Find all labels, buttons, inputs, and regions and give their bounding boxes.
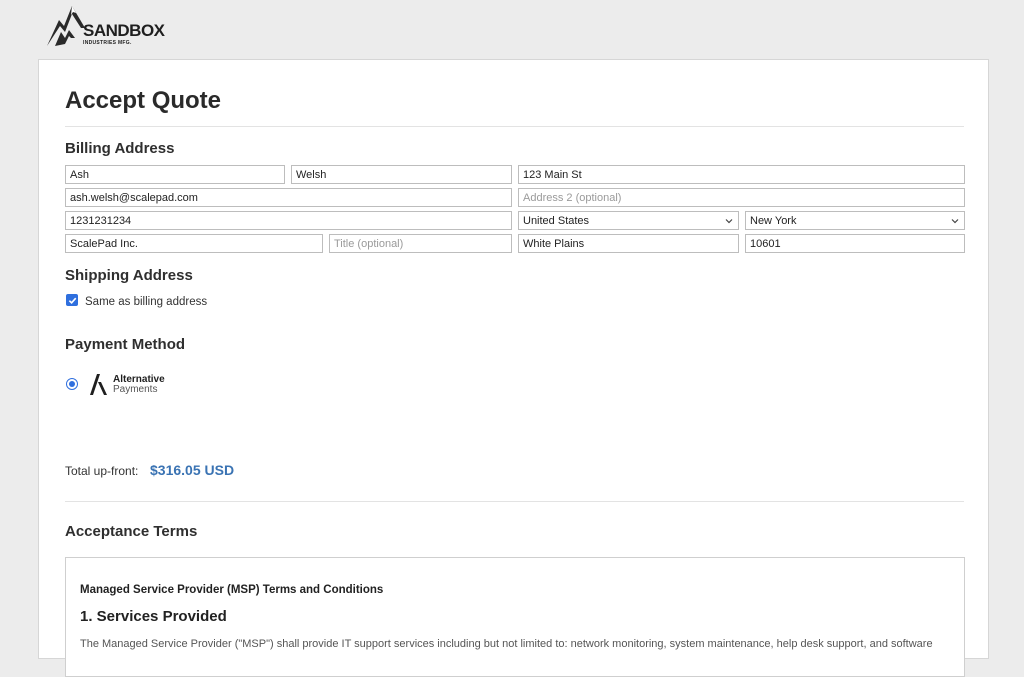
last-name-input[interactable] [291, 165, 512, 184]
quote-card: Accept Quote Billing Address United Stat… [38, 59, 989, 677]
logo-subtext: INDUSTRIES MFG. [83, 40, 132, 46]
phone-input[interactable] [65, 211, 512, 230]
acceptance-terms-heading: Acceptance Terms [65, 523, 198, 540]
chevron-down-icon [725, 218, 733, 223]
chevron-down-icon [951, 218, 959, 223]
terms-paragraph: The Managed Service Provider ("MSP") sha… [80, 638, 933, 650]
company-logo: SANDBOX INDUSTRIES MFG. [45, 2, 170, 50]
terms-document-title: Managed Service Provider (MSP) Terms and… [80, 584, 384, 596]
terms-section-heading: 1. Services Provided [80, 608, 227, 625]
city-input[interactable] [518, 234, 739, 253]
payment-option-sublabel[interactable]: Payments [113, 384, 157, 395]
zip-input[interactable] [745, 234, 965, 253]
divider [65, 501, 964, 502]
divider [65, 126, 964, 127]
address2-input[interactable] [518, 188, 965, 207]
total-value: $316.05 USD [150, 462, 235, 478]
alternative-payments-radio[interactable] [66, 378, 78, 390]
payment-heading: Payment Method [65, 336, 186, 353]
alternative-payments-logo-icon [90, 374, 107, 395]
mountain-logo-icon [47, 6, 85, 46]
billing-heading: Billing Address [65, 140, 175, 157]
state-select[interactable]: New York [745, 211, 965, 230]
state-select-value: New York [750, 214, 797, 227]
title-input[interactable] [329, 234, 512, 253]
first-name-input[interactable] [65, 165, 285, 184]
country-select-value: United States [523, 214, 590, 227]
page-title: Accept Quote [65, 87, 222, 114]
address1-input[interactable] [518, 165, 965, 184]
terms-scroll-box[interactable]: Managed Service Provider (MSP) Terms and… [65, 557, 965, 677]
logo-brand-text: SANDBOX [83, 21, 165, 40]
shipping-heading: Shipping Address [65, 267, 193, 284]
country-select[interactable]: United States [518, 211, 739, 230]
checkmark-icon [68, 297, 76, 304]
email-input[interactable] [65, 188, 512, 207]
company-input[interactable] [65, 234, 323, 253]
same-as-billing-label[interactable]: Same as billing address [85, 296, 207, 308]
total-label: Total up-front: [65, 464, 139, 478]
same-as-billing-checkbox[interactable] [66, 294, 78, 306]
